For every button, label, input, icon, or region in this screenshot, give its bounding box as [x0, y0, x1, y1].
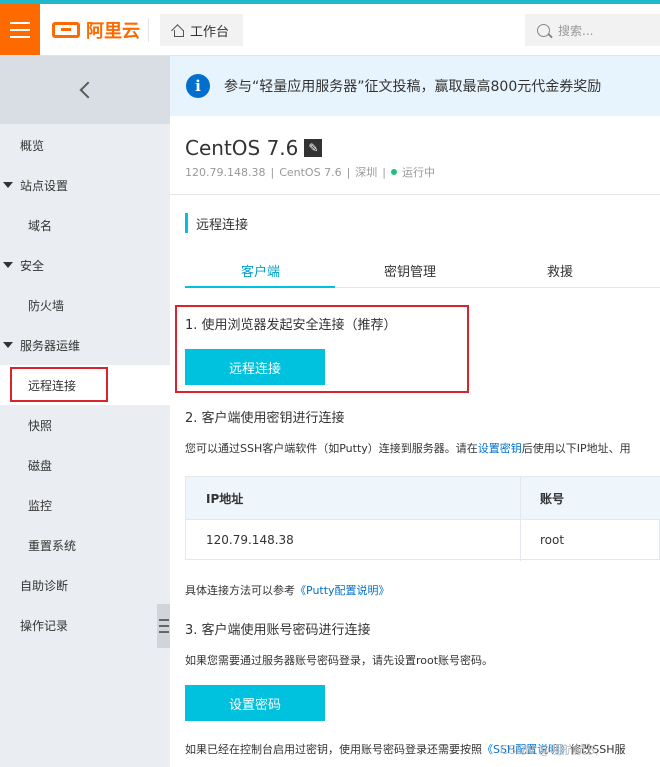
highlight-box-step1: [175, 305, 469, 393]
instance-os: CentOS 7.6: [279, 165, 342, 179]
section-remote-connect: 远程连接: [185, 212, 248, 234]
search-input[interactable]: 搜索...: [525, 14, 660, 46]
instance-ip: 120.79.148.38: [185, 165, 266, 179]
divider: [170, 194, 660, 195]
instance-title: CentOS 7.6: [185, 136, 299, 160]
search-placeholder: 搜索...: [558, 23, 594, 38]
sidebar-group-security[interactable]: 安全: [0, 245, 170, 285]
top-bar: 阿里云 工作台 搜索...: [0, 4, 660, 56]
sidebar-item-self-diagnosis[interactable]: 自助诊断: [0, 565, 170, 605]
workbench-label: 工作台: [190, 24, 230, 40]
sidebar-item-firewall[interactable]: 防火墙: [0, 285, 170, 325]
tab-client[interactable]: 客户端: [241, 252, 280, 288]
chevron-left-icon: [79, 81, 97, 99]
tab-rescue[interactable]: 救援: [547, 252, 573, 288]
separator: |: [382, 165, 387, 179]
table-header: IP地址 账号: [186, 477, 660, 520]
aliyun-logo-mark-icon: [52, 22, 80, 38]
highlight-box-sidebar: [10, 367, 108, 402]
status-dot-icon: [391, 169, 398, 175]
set-password-button[interactable]: 设置密码: [185, 685, 325, 721]
step3-title: 3. 客户端使用账号密码进行连接: [185, 623, 371, 638]
set-key-link[interactable]: 设置密钥: [478, 442, 522, 455]
home-icon: [172, 24, 184, 37]
notice-text[interactable]: 参与“轻量应用服务器”征文投稿，赢取最高800元代金券奖励: [224, 76, 601, 96]
putty-config-link[interactable]: 《Putty配置说明》: [295, 584, 390, 597]
main-content: i 参与“轻量应用服务器”征文投稿，赢取最高800元代金券奖励 CentOS 7…: [170, 56, 660, 767]
section-title: 远程连接: [196, 217, 249, 233]
workbench-button[interactable]: 工作台: [160, 14, 243, 46]
step2-description: 您可以通过SSH客户端软件（如Putty）连接到服务器。请在设置密钥后使用以下I…: [185, 442, 631, 455]
caret-down-icon: [3, 262, 13, 268]
header-divider: [148, 18, 149, 42]
sidebar-item-domain[interactable]: 域名: [0, 205, 170, 245]
section-accent-bar: [185, 213, 188, 233]
active-tab-underline: [185, 286, 335, 288]
hamburger-icon[interactable]: [0, 4, 40, 55]
table-header-ip: IP地址: [206, 491, 244, 506]
separator: |: [270, 165, 275, 179]
table-cell-account: root: [540, 533, 565, 547]
search-icon: [537, 23, 550, 37]
step3-description: 如果您需要通过服务器账号密码登录，请先设置root账号密码。: [185, 654, 494, 667]
sidebar-item-snapshot[interactable]: 快照: [0, 405, 170, 445]
sidebar-item-disk[interactable]: 磁盘: [0, 445, 170, 485]
caret-down-icon: [3, 342, 13, 348]
instance-title-row: CentOS 7.6 ✎: [185, 136, 323, 160]
step2-title: 2. 客户端使用密钥进行连接: [185, 411, 345, 426]
connection-table: IP地址 账号 120.79.148.38 root: [185, 476, 660, 561]
table-header-account: 账号: [540, 491, 565, 506]
table-column-divider: [520, 477, 521, 561]
info-icon: i: [186, 74, 210, 98]
sidebar-group-site-settings[interactable]: 站点设置: [0, 165, 170, 205]
sidebar-group-server-ops[interactable]: 服务器运维: [0, 325, 170, 365]
sidebar-item-reset-system[interactable]: 重置系统: [0, 525, 170, 565]
sidebar-item-overview[interactable]: 概览: [0, 125, 170, 165]
table-cell-ip: 120.79.148.38: [206, 533, 294, 547]
sidebar-drag-handle[interactable]: [157, 604, 171, 648]
aliyun-logo[interactable]: 阿里云: [52, 18, 140, 42]
sidebar-item-monitor[interactable]: 监控: [0, 485, 170, 525]
separator: |: [346, 165, 351, 179]
notice-banner: i 参与“轻量应用服务器”征文投稿，赢取最高800元代金券奖励: [170, 56, 660, 116]
instance-subinfo: 120.79.148.38 | CentOS 7.6 | 深圳 | 运行中: [185, 164, 435, 180]
edit-pencil-icon[interactable]: ✎: [304, 139, 323, 157]
instance-status: 运行中: [402, 166, 436, 179]
sidebar-collapse-button[interactable]: [0, 56, 170, 124]
csdn-watermark: CSDN @明航航长: [500, 743, 599, 757]
tab-key-management[interactable]: 密钥管理: [384, 252, 436, 288]
sidebar: 概览 站点设置 域名 安全 防火墙 服务器运维 远程连接 快照 磁盘 监控 重置…: [0, 56, 170, 767]
caret-down-icon: [3, 182, 13, 188]
tab-bar: 客户端 密钥管理 救援: [185, 252, 660, 288]
sidebar-item-operation-log[interactable]: 操作记录: [0, 605, 170, 645]
instance-region: 深圳: [355, 166, 378, 179]
putty-reference: 具体连接方法可以参考《Putty配置说明》: [185, 584, 390, 597]
logo-text: 阿里云: [86, 21, 140, 42]
